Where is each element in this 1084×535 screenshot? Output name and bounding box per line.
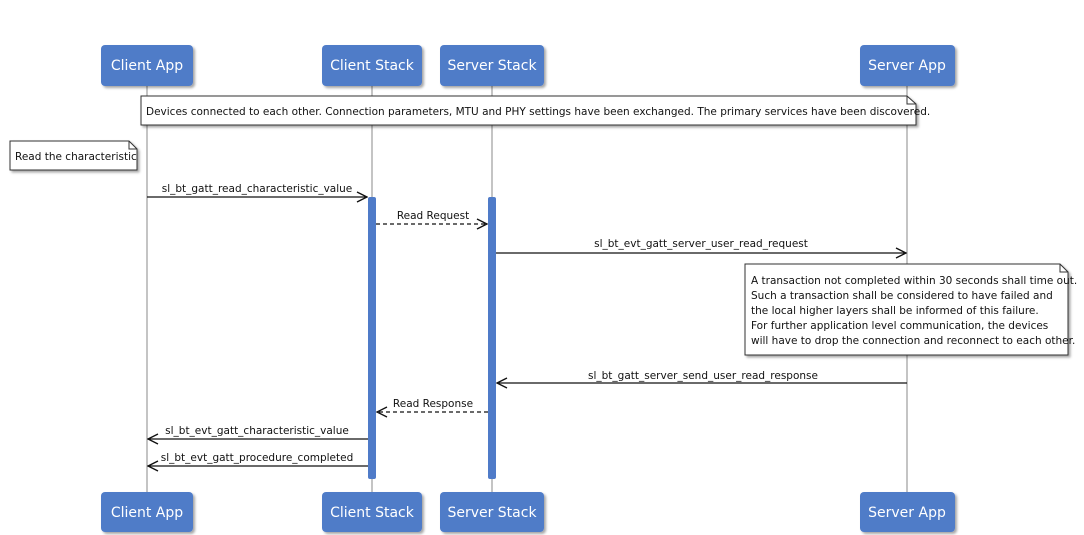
participant-server-stack-bottom[interactable]: Server Stack — [440, 492, 544, 532]
sequence-diagram: Client App Client Stack Server Stack Ser… — [9, 45, 1077, 532]
participant-label: Server App — [868, 58, 946, 74]
participant-server-stack-top[interactable]: Server Stack — [440, 45, 544, 86]
message-evt-procedure-completed: sl_bt_evt_gatt_procedure_completed — [148, 452, 368, 466]
participant-client-stack-top[interactable]: Client Stack — [322, 45, 422, 86]
participant-client-stack-bottom[interactable]: Client Stack — [322, 492, 422, 532]
note-text-line: A transaction not completed within 30 se… — [751, 275, 1077, 287]
message-label: sl_bt_evt_gatt_procedure_completed — [161, 452, 354, 464]
note-text-line: will have to drop the connection and rec… — [751, 335, 1075, 347]
message-read-characteristic-value: sl_bt_gatt_read_characteristic_value — [147, 183, 367, 197]
message-read-response: Read Response — [377, 398, 488, 412]
message-label: sl_bt_gatt_read_characteristic_value — [162, 183, 353, 195]
activation-client-stack — [368, 197, 376, 479]
participant-label: Client App — [111, 58, 183, 74]
activation-server-stack — [488, 197, 496, 479]
participant-label: Client Stack — [330, 505, 415, 521]
participant-label: Client App — [111, 505, 183, 521]
message-label: sl_bt_evt_gatt_server_user_read_request — [594, 238, 808, 250]
participant-client-app-bottom[interactable]: Client App — [101, 492, 193, 532]
message-label: sl_bt_evt_gatt_characteristic_value — [165, 425, 349, 437]
message-server-user-read-request: sl_bt_evt_gatt_server_user_read_request — [496, 238, 906, 253]
participant-server-app-bottom[interactable]: Server App — [860, 492, 955, 532]
note-setup: Devices connected to each other. Connect… — [140, 95, 930, 126]
activations — [368, 197, 496, 479]
message-label: Read Request — [397, 210, 469, 222]
note-text: Devices connected to each other. Connect… — [146, 106, 930, 118]
participant-label: Server Stack — [447, 58, 537, 74]
note-timeout: A transaction not completed within 30 se… — [744, 263, 1077, 356]
note-text-line: the local higher layers shall be informe… — [751, 305, 1039, 317]
message-label: Read Response — [393, 398, 473, 410]
participant-label: Server Stack — [447, 505, 537, 521]
message-evt-characteristic-value: sl_bt_evt_gatt_characteristic_value — [148, 425, 368, 439]
participant-label: Client Stack — [330, 58, 415, 74]
message-read-request: Read Request — [376, 210, 487, 224]
note-read-characteristic: Read the characteristic — [9, 140, 138, 171]
participant-client-app-top[interactable]: Client App — [101, 45, 193, 86]
message-label: sl_bt_gatt_server_send_user_read_respons… — [588, 370, 818, 382]
participant-server-app-top[interactable]: Server App — [860, 45, 955, 86]
note-text: Read the characteristic — [15, 151, 137, 163]
message-server-send-user-read-response: sl_bt_gatt_server_send_user_read_respons… — [497, 370, 907, 383]
participant-label: Server App — [868, 505, 946, 521]
note-text-line: For further application level communicat… — [751, 320, 1048, 332]
note-text-line: Such a transaction shall be considered t… — [751, 290, 1053, 302]
